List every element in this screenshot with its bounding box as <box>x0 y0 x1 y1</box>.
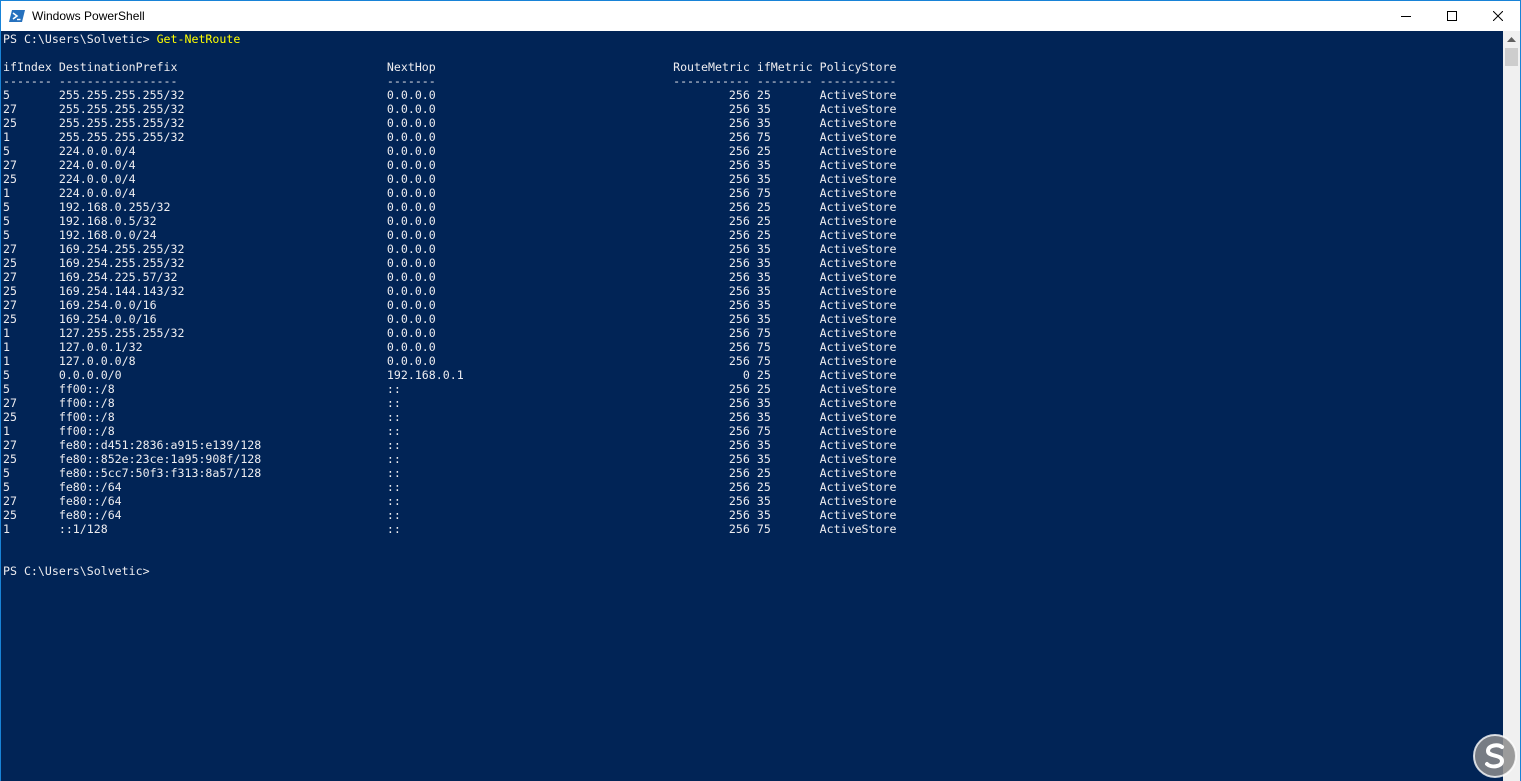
table-row: 25 169.254.144.143/32 0.0.0.0 256 35 Act… <box>3 284 897 298</box>
console-output[interactable]: PS C:\Users\Solvetic> Get-NetRoute ifInd… <box>1 31 1503 781</box>
table-row: 27 224.0.0.0/4 0.0.0.0 256 35 ActiveStor… <box>3 158 897 172</box>
table-row: 5 255.255.255.255/32 0.0.0.0 256 25 Acti… <box>3 88 897 102</box>
window-title: Windows PowerShell <box>32 9 145 23</box>
table-row: 5 192.168.0.5/32 0.0.0.0 256 25 ActiveSt… <box>3 214 897 228</box>
table-row: 1 ff00::/8 :: 256 75 ActiveStore <box>3 424 897 438</box>
prompt: PS C:\Users\Solvetic> <box>3 32 157 46</box>
table-row: 1 ::1/128 :: 256 75 ActiveStore <box>3 522 897 536</box>
close-button[interactable] <box>1475 1 1521 31</box>
scroll-up-button[interactable] <box>1503 31 1520 48</box>
table-row: 5 fe80::/64 :: 256 25 ActiveStore <box>3 480 897 494</box>
command-line: PS C:\Users\Solvetic> Get-NetRoute <box>3 32 896 46</box>
table-row: 5 ff00::/8 :: 256 25 ActiveStore <box>3 382 897 396</box>
table-row: 1 127.0.0.1/32 0.0.0.0 256 75 ActiveStor… <box>3 340 897 354</box>
table-row: 27 169.254.0.0/16 0.0.0.0 256 35 ActiveS… <box>3 298 897 312</box>
table-row: 25 fe80::852e:23ce:1a95:908f/128 :: 256 … <box>3 452 897 466</box>
minimize-icon <box>1401 16 1411 17</box>
table-separator: ------- ----------------- ------- ------… <box>3 74 897 88</box>
table-row: 25 169.254.0.0/16 0.0.0.0 256 35 ActiveS… <box>3 312 897 326</box>
table-row: 5 0.0.0.0/0 192.168.0.1 0 25 ActiveStore <box>3 368 897 382</box>
table-header: ifIndex DestinationPrefix NextHop RouteM… <box>3 60 897 74</box>
close-icon <box>1493 11 1503 21</box>
table-row: 1 127.255.255.255/32 0.0.0.0 256 75 Acti… <box>3 326 897 340</box>
table-row: 27 169.254.255.255/32 0.0.0.0 256 35 Act… <box>3 242 897 256</box>
table-row: 5 fe80::5cc7:50f3:f313:8a57/128 :: 256 2… <box>3 466 897 480</box>
table-row: 27 fe80::d451:2836:a915:e139/128 :: 256 … <box>3 438 897 452</box>
table-row: 5 192.168.0.0/24 0.0.0.0 256 25 ActiveSt… <box>3 228 897 242</box>
scroll-thumb[interactable] <box>1505 48 1518 66</box>
table-row: 25 224.0.0.0/4 0.0.0.0 256 35 ActiveStor… <box>3 172 897 186</box>
table-row: 25 255.255.255.255/32 0.0.0.0 256 35 Act… <box>3 116 897 130</box>
solvetic-logo-icon <box>1473 734 1517 778</box>
maximize-button[interactable] <box>1429 1 1475 31</box>
table-row: 27 fe80::/64 :: 256 35 ActiveStore <box>3 494 897 508</box>
maximize-icon <box>1447 11 1457 21</box>
table-row: 5 192.168.0.255/32 0.0.0.0 256 25 Active… <box>3 200 897 214</box>
table-row: 27 169.254.225.57/32 0.0.0.0 256 35 Acti… <box>3 270 897 284</box>
table-rows: 5 255.255.255.255/32 0.0.0.0 256 25 Acti… <box>3 88 896 536</box>
table-row: 1 224.0.0.0/4 0.0.0.0 256 75 ActiveStore <box>3 186 897 200</box>
title-bar[interactable]: Windows PowerShell <box>1 1 1520 31</box>
powershell-window: Windows PowerShell PS C:\Users\Solvetic>… <box>0 0 1521 781</box>
table-row: 27 255.255.255.255/32 0.0.0.0 256 35 Act… <box>3 102 897 116</box>
powershell-icon <box>9 10 25 22</box>
table-row: 1 127.0.0.0/8 0.0.0.0 256 75 ActiveStore <box>3 354 897 368</box>
final-prompt: PS C:\Users\Solvetic> <box>3 564 150 578</box>
table-row: 1 255.255.255.255/32 0.0.0.0 256 75 Acti… <box>3 130 897 144</box>
table-row: 25 fe80::/64 :: 256 35 ActiveStore <box>3 508 897 522</box>
command: Get-NetRoute <box>156 32 241 46</box>
table-row: 25 169.254.255.255/32 0.0.0.0 256 35 Act… <box>3 256 897 270</box>
table-row: 27 ff00::/8 :: 256 35 ActiveStore <box>3 396 897 410</box>
scroll-up-arrow-icon <box>1507 36 1516 42</box>
minimize-button[interactable] <box>1383 1 1429 31</box>
console-text: PS C:\Users\Solvetic> Get-NetRoute ifInd… <box>3 32 896 578</box>
table-row: 5 224.0.0.0/4 0.0.0.0 256 25 ActiveStore <box>3 144 897 158</box>
table-row: 25 ff00::/8 :: 256 35 ActiveStore <box>3 410 897 424</box>
vertical-scrollbar[interactable] <box>1503 31 1520 781</box>
